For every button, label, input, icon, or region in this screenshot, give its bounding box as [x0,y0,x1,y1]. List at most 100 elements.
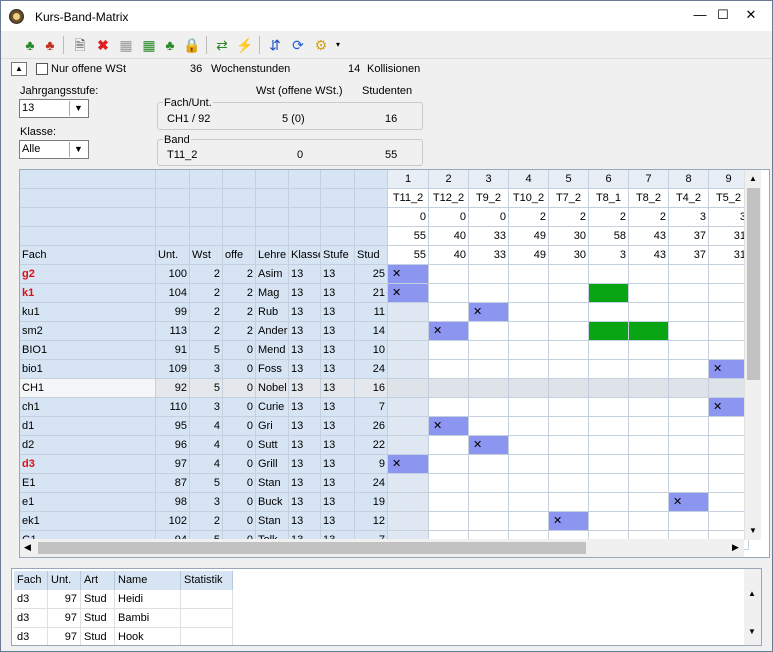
band-cell[interactable] [589,474,629,493]
header-spacer-cell[interactable] [321,170,355,189]
band-cell[interactable] [429,379,469,398]
band-cell[interactable] [709,284,749,303]
vertical-scroll-thumb[interactable] [747,188,760,380]
table-cell-unt[interactable]: 110 [156,398,190,417]
band-cell[interactable] [589,512,629,531]
table-cell-stud[interactable]: 24 [355,474,388,493]
klasse-select[interactable]: Alle ▼ [19,140,89,159]
band-cell[interactable] [669,303,709,322]
header-spacer-cell[interactable] [321,208,355,227]
band-students[interactable]: 43 [629,246,669,265]
band-cell[interactable] [509,265,549,284]
band-cell[interactable] [549,436,589,455]
table-cell-klasse[interactable]: 13 [289,398,321,417]
table-cell-wst[interactable]: 3 [190,493,223,512]
table-cell-fach[interactable]: d1 [20,417,156,436]
table-cell-lehrer[interactable]: Stan [256,474,289,493]
list-cell[interactable]: d3 [14,609,48,628]
table-cell-lehrer[interactable]: Gri [256,417,289,436]
table-cell-fach[interactable]: e1 [20,493,156,512]
course-band-grid[interactable]: Fach Unt. Wst offe Lehre Klasse Stufe Stud 1 T11_… [19,169,770,558]
list-cell[interactable]: Stud [81,628,115,645]
table-cell-stud[interactable]: 26 [355,417,388,436]
table-cell-wst[interactable]: 2 [190,322,223,341]
scroll-up-icon[interactable]: ▲ [748,589,756,598]
band-cell[interactable] [429,303,469,322]
band-cell[interactable] [669,417,709,436]
band-cell[interactable] [709,379,749,398]
header-spacer-cell[interactable] [289,189,321,208]
band-cell[interactable] [388,322,429,341]
table-cell-fach[interactable]: ek1 [20,512,156,531]
scroll-left-icon[interactable]: ◀ [24,542,31,553]
band-cell[interactable] [629,284,669,303]
header-spacer-cell[interactable] [223,170,256,189]
band-number[interactable]: 5 [549,170,589,189]
band-cell[interactable] [469,474,509,493]
band-cell[interactable] [429,474,469,493]
band-cell[interactable] [429,284,469,303]
column-header-6[interactable]: Stufe [321,246,355,265]
band-cell[interactable] [509,360,549,379]
band-cell[interactable] [589,265,629,284]
band-cell[interactable] [509,493,549,512]
band-cell[interactable] [469,417,509,436]
column-header-7[interactable]: Stud [355,246,388,265]
maximize-icon[interactable]: ☐ [715,7,731,23]
header-spacer-cell[interactable] [355,170,388,189]
header-spacer-cell[interactable] [156,208,190,227]
table-cell-off[interactable]: 2 [223,284,256,303]
band-cell[interactable] [509,322,549,341]
band-number[interactable]: 4 [509,170,549,189]
table-cell-wst[interactable]: 2 [190,303,223,322]
table-cell-lehrer[interactable]: Rub [256,303,289,322]
header-spacer-cell[interactable] [190,170,223,189]
band-cell[interactable] [509,284,549,303]
chevron-down-icon[interactable]: ▼ [69,101,87,116]
header-spacer-cell[interactable] [190,189,223,208]
header-spacer-cell[interactable] [156,170,190,189]
band-cell[interactable] [709,512,749,531]
table-cell-stufe[interactable]: 13 [321,512,355,531]
table-cell-fach[interactable]: ku1 [20,303,156,322]
table-cell-unt[interactable]: 96 [156,436,190,455]
table-cell-wst[interactable]: 2 [190,265,223,284]
table-cell-lehrer[interactable]: Curie [256,398,289,417]
table-cell-klasse[interactable]: 13 [289,284,321,303]
band-cell[interactable] [509,379,549,398]
band-cell[interactable] [709,265,749,284]
jahrgang-select[interactable]: 13 ▼ [19,99,89,118]
band-cell[interactable] [669,474,709,493]
table-cell-wst[interactable]: 4 [190,417,223,436]
band-cell[interactable] [629,417,669,436]
table-cell-lehrer[interactable]: Ander [256,322,289,341]
band-wst[interactable]: 0 [429,208,469,227]
header-spacer-cell[interactable] [190,227,223,246]
band-wst[interactable]: 2 [549,208,589,227]
header-spacer-cell[interactable] [321,189,355,208]
table-cell-klasse[interactable]: 13 [289,322,321,341]
band-cell[interactable] [709,474,749,493]
band-cell[interactable] [669,284,709,303]
band-cell[interactable] [509,303,549,322]
band-cell[interactable] [669,379,709,398]
band-cell[interactable] [509,455,549,474]
table-cell-klasse[interactable]: 13 [289,512,321,531]
table-cell-off[interactable]: 0 [223,417,256,436]
table-cell-fach[interactable]: bio1 [20,360,156,379]
column-header-1[interactable]: Unt. [156,246,190,265]
collapse-panel-button[interactable]: ▲ [11,62,27,76]
band-cell[interactable] [429,265,469,284]
list-cell[interactable]: Heidi [115,590,181,609]
table-cell-wst[interactable]: 4 [190,455,223,474]
band-cell[interactable] [709,322,749,341]
band-assignment-mark[interactable]: ✕ [669,493,709,512]
table-cell-lehrer[interactable]: Grill [256,455,289,474]
list-vertical-scrollbar[interactable]: ▲ ▼ [744,569,761,645]
band-cell[interactable] [629,474,669,493]
header-spacer-cell[interactable] [355,208,388,227]
table-cell-off[interactable]: 0 [223,341,256,360]
band-number[interactable]: 3 [469,170,509,189]
horizontal-scrollbar[interactable]: ◀ ▶ [20,539,744,557]
column-header-0[interactable]: Fach [20,246,156,265]
